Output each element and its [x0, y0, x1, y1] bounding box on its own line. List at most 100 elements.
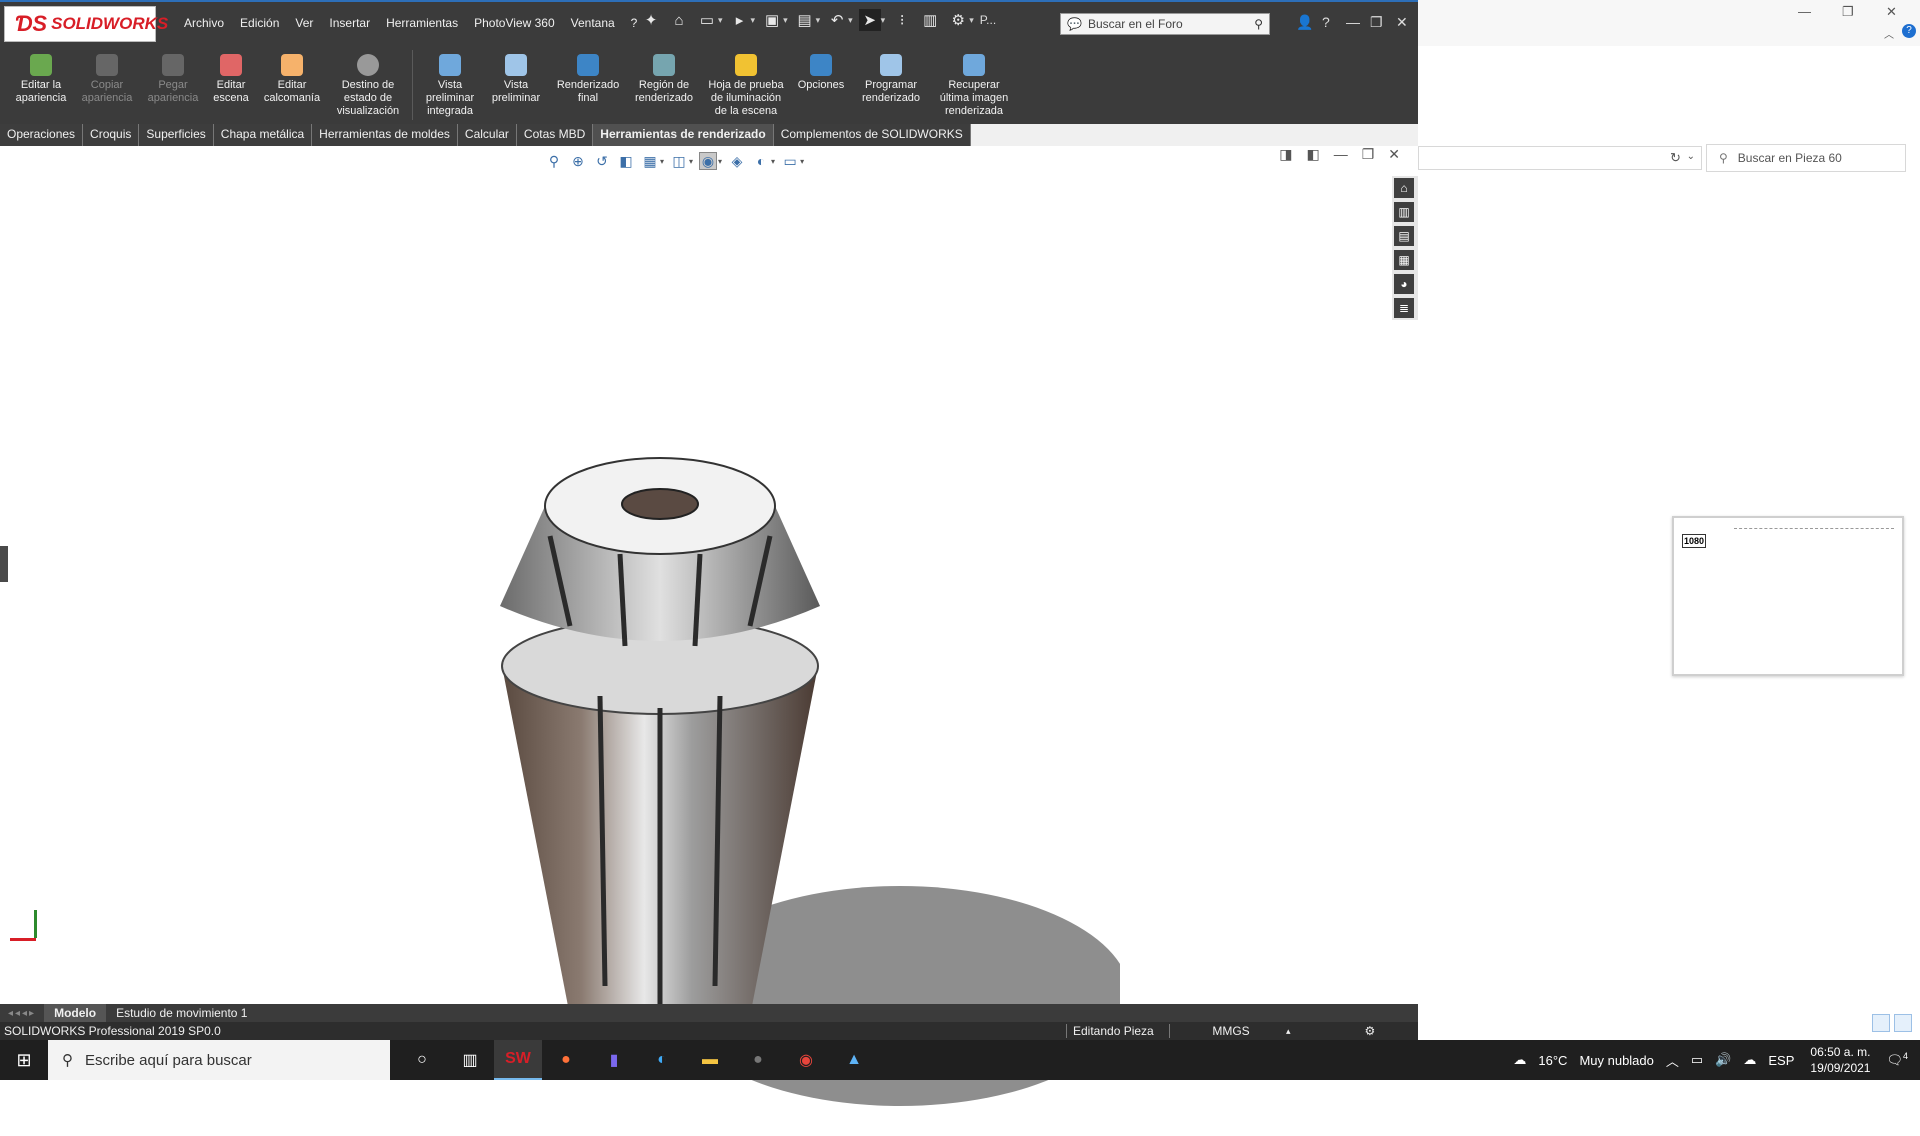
- ribbon-expand-icon[interactable]: ︿: [1884, 26, 1894, 41]
- file-preview-thumbnail[interactable]: 1080: [1672, 516, 1904, 676]
- chevron-down-icon[interactable]: ▾: [969, 15, 974, 26]
- unit-system[interactable]: MMGS: [1176, 1024, 1286, 1038]
- render-options-button[interactable]: Opciones: [791, 46, 851, 124]
- traffic-light-icon[interactable]: ⁝: [891, 9, 913, 31]
- tray-expand-icon[interactable]: ︿: [1660, 1051, 1685, 1070]
- chevron-down-icon[interactable]: ▾: [689, 157, 693, 166]
- chevron-down-icon[interactable]: ▾: [800, 157, 804, 166]
- chevron-down-icon[interactable]: ▾: [783, 15, 788, 26]
- tab-herramientas-renderizado[interactable]: Herramientas de renderizado: [593, 124, 774, 146]
- view-orientation-icon[interactable]: ◫: [670, 152, 688, 170]
- file-properties-icon[interactable]: ▥: [919, 9, 941, 31]
- volume-icon[interactable]: 🔊: [1709, 1052, 1737, 1068]
- select-cursor-icon[interactable]: ➤: [858, 9, 881, 31]
- weather-desc[interactable]: Muy nublado: [1573, 1053, 1659, 1068]
- restore-icon[interactable]: ❐: [1370, 14, 1383, 31]
- tab-herramientas-moldes[interactable]: Herramientas de moldes: [312, 124, 458, 146]
- open-icon[interactable]: ▸: [729, 9, 751, 31]
- display-state-target-button[interactable]: Destino de estado de visualización: [328, 46, 408, 124]
- weather-temp[interactable]: 16°C: [1532, 1053, 1573, 1068]
- tab-croquis[interactable]: Croquis: [83, 124, 140, 146]
- menu-edicion[interactable]: Edición: [232, 12, 287, 34]
- chevron-up-icon[interactable]: ▴: [1286, 1026, 1291, 1037]
- tab-operaciones[interactable]: Operaciones: [0, 124, 84, 146]
- large-icons-view-icon[interactable]: [1894, 1014, 1912, 1032]
- home-icon[interactable]: ⌂: [668, 9, 690, 31]
- feature-manager-handle[interactable]: [0, 546, 8, 582]
- new-document-icon[interactable]: ▭: [696, 9, 718, 31]
- view-palette-icon[interactable]: ▦: [1394, 250, 1414, 270]
- tab-chapa-metalica[interactable]: Chapa metálica: [213, 124, 313, 146]
- solidworks-resources-icon[interactable]: ⌂: [1394, 178, 1414, 198]
- view-settings-icon[interactable]: ▭: [781, 152, 799, 170]
- task-view-icon[interactable]: ▥: [446, 1040, 494, 1080]
- schedule-render-button[interactable]: Programar renderizado: [851, 46, 931, 124]
- close-icon[interactable]: ✕: [1396, 14, 1408, 31]
- solidworks-logo[interactable]: ƊS SOLIDWORKS: [4, 6, 168, 42]
- zoom-to-fit-icon[interactable]: ⚲: [545, 152, 563, 170]
- preview-window-button[interactable]: Vista preliminar: [483, 46, 549, 124]
- undo-icon[interactable]: ↶: [826, 9, 848, 31]
- details-view-icon[interactable]: [1872, 1014, 1890, 1032]
- save-icon[interactable]: ▣: [761, 9, 783, 31]
- tab-calcular[interactable]: Calcular: [457, 124, 517, 146]
- clock[interactable]: 06:50 a. m. 19/09/2021: [1800, 1044, 1880, 1076]
- chevron-down-icon[interactable]: ▾: [718, 157, 722, 166]
- previous-view-icon[interactable]: ↺: [593, 152, 611, 170]
- explorer-restore-icon[interactable]: ❐: [1842, 4, 1854, 20]
- split-left-icon[interactable]: ◨: [1279, 146, 1292, 163]
- pin-icon[interactable]: ✦: [640, 9, 662, 31]
- tab-complementos[interactable]: Complementos de SOLIDWORKS: [773, 124, 971, 146]
- graphics-area[interactable]: ⚲ ⊕ ↺ ◧ ▦ ▾ ◫ ▾ ◉ ▾ ◈ ◐ ▾ ▭ ▾ ◨ ◧ — ❐ ✕ ⌂ ▥ ▤…: [0, 146, 1418, 1106]
- final-render-button[interactable]: Renderizado final: [549, 46, 627, 124]
- options-gear-icon[interactable]: ⚙: [947, 9, 969, 31]
- cortana-icon[interactable]: ○: [398, 1040, 446, 1080]
- chrome-icon[interactable]: ◉: [782, 1040, 830, 1080]
- help-icon[interactable]: ?: [1322, 14, 1330, 30]
- tab-motion-study[interactable]: Estudio de movimiento 1: [106, 1006, 257, 1020]
- minimize-icon[interactable]: —: [1346, 14, 1360, 30]
- menu-herramientas[interactable]: Herramientas: [378, 12, 466, 34]
- windows-start-icon[interactable]: ⊞: [0, 1040, 48, 1080]
- file-explorer-icon[interactable]: ▤: [1394, 226, 1414, 246]
- section-view-icon[interactable]: ◧: [617, 152, 635, 170]
- chevron-down-icon[interactable]: ▾: [881, 15, 886, 26]
- chevron-down-icon[interactable]: ▾: [848, 15, 853, 26]
- menu-ventana[interactable]: Ventana: [563, 12, 623, 34]
- address-bar[interactable]: ⌄: [1418, 146, 1702, 170]
- explorer-close-icon[interactable]: ✕: [1886, 4, 1897, 20]
- explorer-help-icon[interactable]: ?: [1902, 24, 1916, 38]
- edit-appearance-view-icon[interactable]: ◐: [752, 152, 770, 170]
- app-bars-icon[interactable]: ▮: [590, 1040, 638, 1080]
- chevron-down-icon[interactable]: ▾: [771, 157, 775, 166]
- render-region-button[interactable]: Región de renderizado: [627, 46, 701, 124]
- zoom-to-area-icon[interactable]: ⊕: [569, 152, 587, 170]
- firefox-icon[interactable]: ●: [542, 1040, 590, 1080]
- recall-last-render-button[interactable]: Recuperar última imagen renderizada: [931, 46, 1017, 124]
- language-indicator[interactable]: ESP: [1762, 1053, 1800, 1068]
- doc-restore-icon[interactable]: ❐: [1362, 146, 1375, 163]
- split-right-icon[interactable]: ◧: [1306, 146, 1319, 163]
- taskbar-search-input[interactable]: Escribe aquí para buscar: [85, 1052, 252, 1069]
- design-library-icon[interactable]: ▥: [1394, 202, 1414, 222]
- triad-axes[interactable]: [4, 910, 44, 950]
- menu-insertar[interactable]: Insertar: [321, 12, 378, 34]
- tab-cotas-mbd[interactable]: Cotas MBD: [516, 124, 594, 146]
- menu-ver[interactable]: Ver: [287, 12, 321, 34]
- dynamic-annotation-icon[interactable]: ▦: [641, 152, 659, 170]
- edit-decal-button[interactable]: Editar calcomanía: [256, 46, 328, 124]
- notification-icon[interactable]: 🗨4: [1880, 1051, 1920, 1068]
- network-icon[interactable]: ▭: [1685, 1052, 1709, 1068]
- hide-show-items-icon[interactable]: ◈: [728, 152, 746, 170]
- copy-appearance-button[interactable]: Copiar apariencia: [74, 46, 140, 124]
- paste-appearance-button[interactable]: Pegar apariencia: [140, 46, 206, 124]
- chevron-down-icon[interactable]: ▾: [751, 15, 756, 26]
- appearances-scenes-icon[interactable]: ◕: [1394, 274, 1414, 294]
- doc-close-icon[interactable]: ✕: [1388, 146, 1400, 163]
- photos-icon[interactable]: ▲: [830, 1040, 878, 1080]
- print-icon[interactable]: ▤: [794, 9, 816, 31]
- onedrive-icon[interactable]: ☁: [1737, 1052, 1762, 1068]
- chevron-down-icon[interactable]: ⌄: [1687, 151, 1695, 162]
- forum-search[interactable]: 💬 Buscar en el Foro ⚲: [1060, 13, 1270, 35]
- forum-search-input[interactable]: Buscar en el Foro: [1088, 17, 1183, 31]
